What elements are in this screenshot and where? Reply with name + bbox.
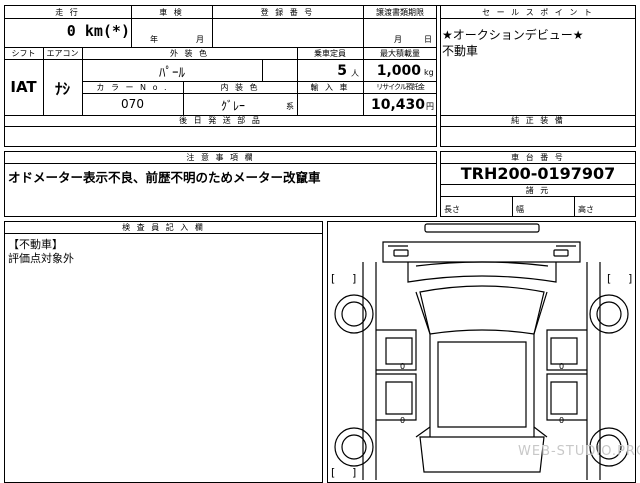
recycle-header: リサイクル預託金 [376,83,425,91]
registration-header: 登 録 番 号 [260,8,315,17]
shaken-year: 年 [150,35,158,44]
color-no-header: カ ラ ー N o . [96,83,169,92]
car-body-diagram [334,223,629,480]
inspector-note-2: 評価点対象外 [8,252,74,265]
sales-point-line-1: ★オークションデビュー★ [442,28,584,42]
diagram-bracket-left-4: ] [352,466,357,479]
mileage-header: 走 行 [55,8,80,17]
color-no-value: 070 [121,97,144,111]
height-label: 高さ [578,205,594,214]
later-parts-header: 後 日 発 送 部 品 [179,116,262,125]
transfer-day: 日 [424,35,432,44]
chassis-no-header: 車 台 番 号 [511,153,565,162]
interior-color-header: 内 装 色 [220,83,260,92]
exterior-color-value: ﾊﾟｰﾙ [159,66,185,81]
max-load-header: 最大積載量 [380,49,420,58]
aircon-value: ﾅｼ [54,80,70,98]
transfer-month: 月 [394,35,402,44]
import-car-header: 輸 入 車 [310,83,350,92]
diagram-bracket-left-3: [ [331,466,336,479]
aircon-header: エアコン [46,49,79,58]
diagram-bracket-left-2: ] [352,272,357,285]
capacity-header: 乗車定員 [314,49,346,58]
diagram-bracket-right-1: [ [607,272,612,285]
max-load-unit: kg [424,68,434,77]
recycle-value: 10,430 [370,97,425,113]
recycle-unit: 円 [426,102,434,111]
watermark: WEB-STUDIO.PRO [518,444,640,459]
shaken-month: 月 [196,35,204,44]
interior-color-value: ｸﾞﾚｰ [220,99,245,113]
diagram-zero-right-1: 0 [559,362,565,371]
caution-header: 注 意 事 項 欄 [186,153,255,162]
interior-color-suffix: 系 [286,102,294,111]
diagram-zero-left-2: 0 [400,416,406,425]
mileage-value: 0 km(*) [66,22,130,40]
transfer-deadline-header: 譲渡書類期限 [376,8,424,17]
sales-point-line-2: 不動車 [442,44,479,58]
capacity-unit: 人 [351,69,359,78]
max-load-value: 1,000 [376,63,421,79]
diagram-bracket-left-1: [ [331,272,336,285]
capacity-value: 5 [337,63,347,79]
genuine-equipment-header: 純 正 装 備 [511,116,565,125]
diagram-bracket-right-2: ] [628,272,633,285]
caution-text: オドメーター表示不良、前歴不明のためメーター改竄車 [8,170,321,185]
shaken-header: 車 検 [159,8,184,17]
sales-point-header: セ ー ル ス ポ イ ン ト [482,8,594,17]
width-label: 幅 [516,205,524,214]
inspector-header: 検 査 員 記 入 欄 [122,223,205,232]
diagram-zero-left-1: 0 [400,362,406,371]
exterior-color-header: 外 装 色 [169,49,210,58]
specs-header: 諸 元 [525,186,551,195]
diagram-zero-right-2: 0 [559,416,565,425]
length-label: 長さ [444,205,460,214]
chassis-no-value: TRH200-0197907 [460,164,616,183]
shift-header: シフト [11,49,36,58]
shift-value: IAT [10,78,37,96]
